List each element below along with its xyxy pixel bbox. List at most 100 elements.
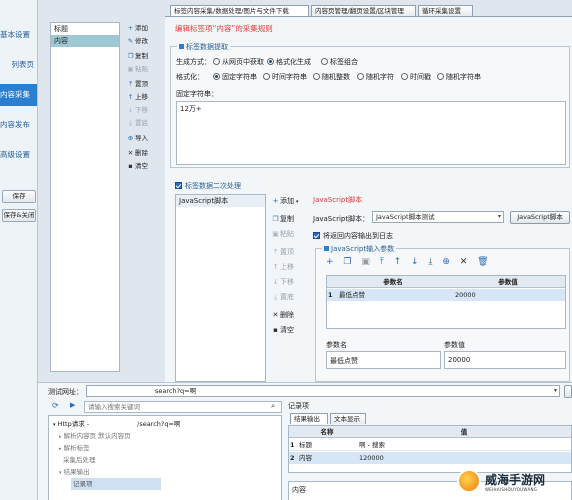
label-bottom-button[interactable]: ⤓ 置底 xyxy=(126,117,148,129)
copy-icon: ❐ xyxy=(127,52,134,60)
secondary-top-button[interactable]: ⤒ 置顶 xyxy=(271,246,294,258)
gen-option-combine[interactable]: 标签组合 xyxy=(321,57,358,67)
refresh-icon[interactable]: ⟳ xyxy=(52,401,59,410)
gen-option-web[interactable]: 从网页中获取 xyxy=(213,57,264,67)
secondary-add-button[interactable]: + 添加 ▾ xyxy=(271,195,299,207)
label-top-button[interactable]: ⤒ 置顶 xyxy=(126,78,148,90)
js-script-button[interactable]: JavaScript脚本 xyxy=(510,211,570,224)
label-item-title[interactable]: 标题 xyxy=(51,23,119,35)
down-icon[interactable]: ↓ xyxy=(411,257,419,267)
secondary-up-button[interactable]: ↑ 上移 xyxy=(271,261,294,273)
tab-content-page[interactable]: 内容页管理/翻页设置/区块管理 xyxy=(311,5,416,16)
tab-result-output[interactable]: 结果输出 xyxy=(290,413,328,424)
secondary-copy-button[interactable]: ❐复制 xyxy=(271,213,294,225)
save-button[interactable]: 保存 xyxy=(2,190,36,203)
format-option-time[interactable]: 时间字符串 xyxy=(263,72,307,82)
watermark-logo: 威海手游网 WEIHAISHOUYOUWANG xyxy=(455,465,572,500)
label-paste-button[interactable]: ▣粘贴 xyxy=(126,63,148,75)
secondary-item-js[interactable]: JavaScript脚本 xyxy=(176,195,265,207)
tree-item-record[interactable]: 记录项 xyxy=(71,478,161,490)
search-input[interactable] xyxy=(84,401,282,413)
nav-list-page[interactable]: 列表页 xyxy=(0,54,37,76)
top-icon: ⤒ xyxy=(273,248,278,256)
editing-title: 编辑标签项“内容”的采集规则 xyxy=(175,24,273,33)
label-up-button[interactable]: ↑ 上移 xyxy=(126,91,148,103)
nav-advanced-settings[interactable]: 高级设置 xyxy=(0,144,37,166)
fixed-string-textarea[interactable]: 12万+ xyxy=(176,101,566,165)
tab-loop-collect[interactable]: 循环采集设置 xyxy=(418,5,473,16)
table-row[interactable] xyxy=(289,439,571,451)
secondary-bottom-button[interactable]: ⤓ 置底 xyxy=(271,291,294,303)
watermark-subtext: WEIHAISHOUYOUWANG xyxy=(485,487,538,492)
result-header-value: 值 xyxy=(357,426,571,438)
params-row-name[interactable]: 最低点赞 xyxy=(339,289,365,301)
nav-content-collect[interactable]: 内容采集 xyxy=(0,84,37,106)
output-log-checkbox[interactable]: 将返回内容输出到日志 xyxy=(313,231,393,241)
tree-item-parse-page[interactable]: ▸ 解析内容页 默认内容页 xyxy=(59,430,131,442)
label-add-button[interactable]: + 添加 xyxy=(126,22,148,34)
test-url-input[interactable]: search?q=啊 ▾ xyxy=(86,385,560,397)
tree-item-output[interactable]: ▾ 结果输出 xyxy=(59,466,90,478)
gen-option-format[interactable]: 格式化生成 xyxy=(267,57,311,67)
tab-text-view[interactable]: 文本显示 xyxy=(330,413,366,424)
down-icon: ↓ xyxy=(127,106,134,114)
format-option-fixed[interactable]: 固定字符串 xyxy=(213,72,257,82)
result-header-name: 名称 xyxy=(297,426,357,438)
up-icon: ↑ xyxy=(127,93,134,101)
js-script-label: JavaScript脚本： xyxy=(313,215,370,223)
format-option-randint[interactable]: 随机整数 xyxy=(313,72,350,82)
param-name-input[interactable]: 最低点赞 xyxy=(326,351,441,369)
bottom-icon[interactable]: ⤓ xyxy=(428,257,432,267)
trash-icon[interactable]: 🗑 xyxy=(477,257,488,267)
table-row[interactable] xyxy=(289,452,571,464)
up-icon: ↑ xyxy=(272,263,279,271)
secondary-down-button[interactable]: ↓ 下移 xyxy=(271,276,294,288)
up-icon[interactable]: ↑ xyxy=(394,257,402,267)
format-option-randstr[interactable]: 随机字符串 xyxy=(437,72,481,82)
secondary-title[interactable]: 标签数据二次处理 xyxy=(175,181,241,191)
paste-icon[interactable]: ▣ xyxy=(361,257,370,267)
nav-basic-settings[interactable]: 基本设置 xyxy=(0,24,37,46)
save-close-button[interactable]: 保存&关闭 xyxy=(2,209,36,222)
test-button[interactable] xyxy=(564,385,572,398)
copy-icon[interactable]: ❐ xyxy=(343,257,351,267)
request-tree[interactable]: ▾ Http请求 -/search?q=啊 ▸ 解析内容页 默认内容页 ▸ 解析… xyxy=(48,415,282,500)
param-value-input[interactable]: 20000 xyxy=(444,351,566,369)
tree-item-post-process[interactable]: 采集后处理 xyxy=(63,454,96,466)
plus-icon[interactable]: + xyxy=(326,257,334,267)
label-delete-button[interactable]: ✕ 删除 xyxy=(126,147,148,159)
top-icon[interactable]: ⤒ xyxy=(380,257,384,267)
delete-icon: ✕ xyxy=(272,311,279,319)
delete-icon[interactable]: ✕ xyxy=(460,257,468,267)
nav-content-publish[interactable]: 内容发布 xyxy=(0,114,37,136)
format-option-randchar[interactable]: 随机字符 xyxy=(357,72,394,82)
label-list[interactable]: 标题 内容 xyxy=(50,22,120,372)
param-value-label: 参数值 xyxy=(444,341,465,349)
tab-label-content[interactable]: 标签内容采集/数据处理/图片与文件下载 xyxy=(170,5,309,16)
import-icon[interactable]: ⊕ xyxy=(442,257,450,267)
label-copy-button[interactable]: ❐ 复制 xyxy=(126,50,148,62)
secondary-clear-button[interactable]: ▪ 清空 xyxy=(271,324,294,336)
params-header-value: 参数值 xyxy=(451,276,565,288)
search-bar: ⟳ ▶ ⌕ xyxy=(50,401,282,413)
tree-item-http[interactable]: ▾ Http请求 -/search?q=啊 xyxy=(53,418,180,430)
result-row-value: 120000 xyxy=(359,454,384,462)
params-grid[interactable]: 参数名 参数值 1 最低点赞 20000 xyxy=(326,275,566,329)
play-icon[interactable]: ▶ xyxy=(70,401,75,409)
js-script-select[interactable]: JavaScript脚本测试 ▾ xyxy=(372,211,504,223)
label-item-content[interactable]: 内容 xyxy=(51,35,119,47)
secondary-delete-button[interactable]: ✕ 删除 xyxy=(271,309,294,321)
tree-item-parse-label[interactable]: ▸ 解析标签 xyxy=(59,442,90,454)
result-row-index: 1 xyxy=(290,441,295,449)
label-down-button[interactable]: ↓ 下移 xyxy=(126,104,148,116)
label-clear-button[interactable]: ▪ 清空 xyxy=(126,160,148,172)
label-import-button[interactable]: ⊕ 导入 xyxy=(126,132,148,144)
secondary-list[interactable]: JavaScript脚本 xyxy=(175,194,266,382)
secondary-paste-button[interactable]: ▣粘贴 xyxy=(271,228,294,240)
format-option-timestamp[interactable]: 时间戳 xyxy=(401,72,431,82)
label-toolbar: + 添加 ✎ 修改 ❐ 复制 ▣粘贴 ⤒ 置顶 ↑ 上移 ↓ 下移 ⤓ 置底 ⊕ 导入 ✕ 删除 … xyxy=(126,22,164,172)
params-row-value[interactable]: 20000 xyxy=(455,289,476,301)
bottom-icon: ⤓ xyxy=(129,119,132,127)
label-edit-button[interactable]: ✎ 修改 xyxy=(126,35,148,47)
params-toolbar: + ❐ ▣ ⤒ ↑ ↓ ⤓ ⊕ ✕ 🗑 xyxy=(326,257,489,269)
